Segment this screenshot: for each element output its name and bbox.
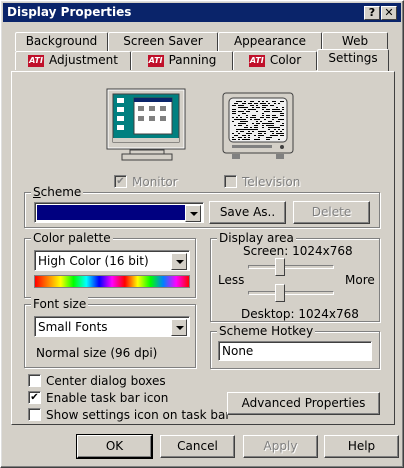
ok-button[interactable]: OK: [77, 435, 152, 458]
color-palette-label: Color palette: [31, 231, 113, 245]
center-dialog-checkbox[interactable]: [28, 374, 41, 387]
help-title-button[interactable]: ?: [364, 6, 380, 20]
color-palette-dropdown[interactable]: High Color (16 bit): [34, 250, 190, 271]
desktop-slider-track: [248, 291, 334, 295]
color-spectrum-bar: [34, 275, 190, 288]
television-label: Television: [242, 175, 301, 189]
chevron-down-icon[interactable]: [185, 205, 201, 222]
desktop-slider-thumb[interactable]: [275, 284, 285, 302]
font-size-dropdown[interactable]: Small Fonts: [34, 316, 190, 337]
desktop-resolution-text: Desktop: 1024x768: [241, 307, 359, 321]
display-properties-window: Display Properties ? ✕ Background Screen…: [0, 0, 404, 468]
chevron-down-icon[interactable]: [171, 319, 187, 336]
more-label: More: [345, 273, 375, 287]
ati-logo-icon: ATI: [28, 54, 45, 67]
scheme-hotkey-value: None: [222, 344, 254, 358]
tab-color-label: Color: [269, 53, 302, 67]
font-size-value: Small Fonts: [38, 320, 108, 334]
help-button[interactable]: Help: [324, 435, 399, 458]
monitor-label: Monitor: [132, 175, 178, 189]
scheme-dropdown[interactable]: [34, 202, 204, 223]
color-palette-value: High Color (16 bit): [38, 254, 149, 268]
font-size-label: Font size: [31, 297, 89, 311]
title-bar[interactable]: Display Properties ? ✕: [3, 3, 401, 22]
display-area-label: Display area: [217, 231, 296, 245]
close-title-button[interactable]: ✕: [381, 6, 397, 20]
font-size-note: Normal size (96 dpi): [36, 346, 158, 360]
monitor-checkbox[interactable]: ✔: [114, 175, 127, 188]
show-settings-icon-label: Show settings icon on task bar: [46, 408, 231, 422]
cancel-button[interactable]: Cancel: [160, 435, 235, 458]
tab-panning[interactable]: ATI Panning: [131, 51, 233, 70]
screen-resolution-text: Screen: 1024x768: [243, 244, 353, 258]
show-settings-icon-checkbox[interactable]: [28, 408, 41, 421]
television-checkbox[interactable]: [224, 175, 237, 188]
tab-settings[interactable]: Settings: [317, 49, 389, 71]
center-dialog-label: Center dialog boxes: [46, 374, 166, 388]
chevron-down-icon[interactable]: [171, 253, 187, 270]
scheme-selected-value: [37, 205, 185, 220]
ati-logo-icon: ATI: [248, 54, 265, 67]
tab-adjustment-label: Adjustment: [49, 53, 118, 67]
scheme-hotkey-input[interactable]: None: [218, 341, 372, 361]
tab-screen-saver[interactable]: Screen Saver: [108, 32, 218, 51]
tab-adjustment[interactable]: ATI Adjustment: [15, 51, 131, 70]
window-title: Display Properties: [7, 5, 132, 19]
enable-taskbar-checkbox[interactable]: ✔: [28, 391, 41, 404]
advanced-properties-button[interactable]: Advanced Properties: [227, 392, 380, 415]
tab-panning-label: Panning: [168, 53, 217, 67]
scheme-group-label: Scheme: [31, 185, 84, 199]
ati-logo-icon: ATI: [147, 54, 164, 67]
tab-color[interactable]: ATI Color: [233, 51, 317, 70]
screen-slider-thumb[interactable]: [275, 258, 285, 276]
settings-panel: ✔ Monitor Television Scheme Save As.. De…: [11, 71, 395, 425]
delete-button[interactable]: Delete: [293, 201, 370, 224]
save-as-button[interactable]: Save As..: [209, 201, 286, 224]
save-as-label: Save As..: [219, 205, 276, 219]
tab-background[interactable]: Background: [15, 32, 108, 51]
television-icon[interactable]: [222, 92, 298, 162]
enable-taskbar-label: Enable task bar icon: [46, 391, 169, 405]
less-label: Less: [218, 273, 245, 287]
scheme-hotkey-label: Scheme Hotkey: [217, 324, 316, 338]
tab-appearance[interactable]: Appearance: [218, 32, 322, 51]
screen-slider-track: [248, 265, 334, 269]
monitor-icon[interactable]: [106, 88, 192, 162]
apply-button[interactable]: Apply: [243, 435, 318, 458]
